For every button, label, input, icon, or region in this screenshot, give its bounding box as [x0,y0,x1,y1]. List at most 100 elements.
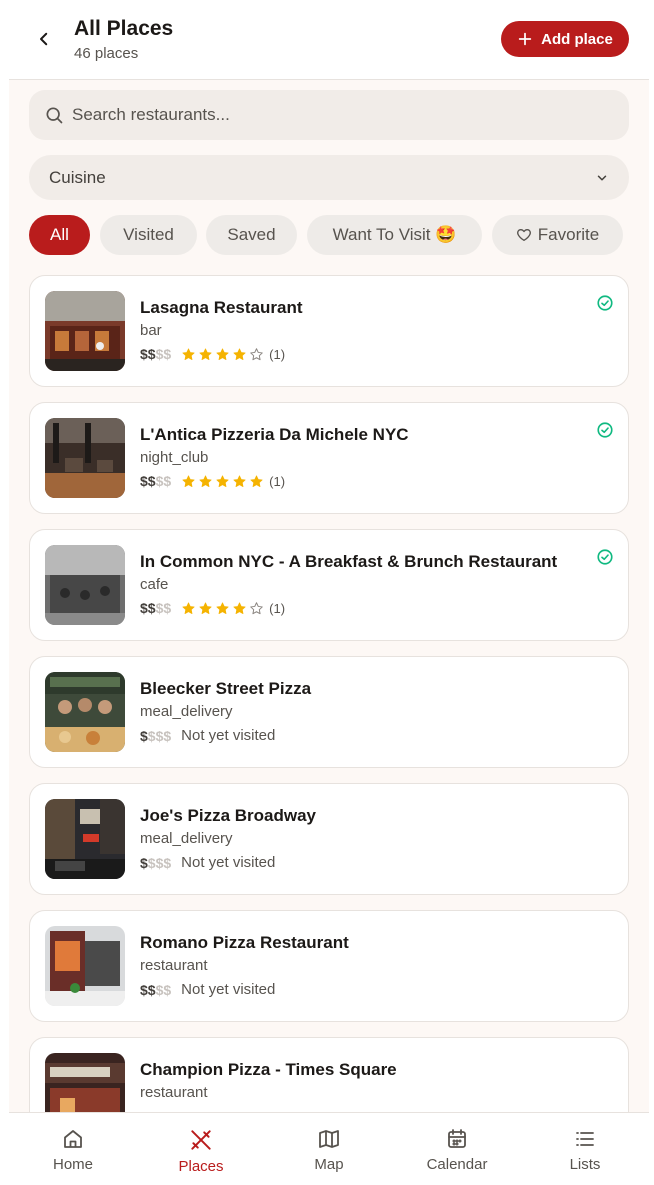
place-card[interactable]: Bleecker Street Pizza meal_delivery $ $$$… [29,656,629,768]
chip-favorite[interactable]: Favorite [492,215,623,255]
star-filled-icon [182,474,195,487]
star-filled-icon [182,347,195,360]
place-category: meal_delivery [140,703,233,720]
place-meta: $$ $$ (1) [140,600,285,616]
nav-places[interactable]: Places [137,1113,265,1185]
star-filled-icon [250,474,263,487]
star-filled-icon [233,474,246,487]
top-bar: All Places 46 places Add place [9,0,649,80]
visit-status: Not yet visited [181,854,276,871]
cuisine-select[interactable]: Cuisine [29,155,629,200]
nav-map[interactable]: Map [265,1113,393,1185]
place-name: In Common NYC - A Breakfast & Brunch Res… [140,552,558,571]
place-photo [45,799,125,879]
chip-want-to-visit[interactable]: Want To Visit 🤩 [307,215,482,255]
place-meta: $$$$ Not yet visited [140,727,275,744]
back-button[interactable] [29,24,59,54]
chip-favorite-label: Favorite [537,225,600,244]
place-photo [45,926,125,1006]
home-icon [64,1130,82,1148]
nav-map-label: Map [314,1156,344,1173]
star-filled-icon [216,347,229,360]
place-name: Lasagna Restaurant [140,298,303,317]
place-name: Joe's Pizza Broadway [140,806,317,825]
place-category: night_club [140,449,209,466]
place-category: bar [140,322,162,339]
place-card[interactable]: Lasagna Restaurant bar $$ $$ (1) [29,275,629,387]
price-level: $ [140,854,148,871]
nav-places-label: Places [178,1158,224,1175]
place-meta: $$ $$ (1) [140,473,285,489]
app-screen: All Places 46 places Add place Cuisine A… [9,0,649,1185]
chevron-down-icon [597,174,607,181]
nav-home-label: Home [52,1156,93,1173]
place-category: cafe [140,576,169,593]
star-empty-icon [250,347,263,360]
star-filled-icon [199,601,212,614]
place-name: L'Antica Pizzeria Da Michele NYC [140,425,409,444]
add-place-label: Add place [541,30,613,48]
chip-saved-label: Saved [227,225,276,244]
place-photo [45,672,125,752]
place-meta: $$ $$ (1) [140,346,285,362]
star-filled-icon [233,601,246,614]
rating-count: (1) [269,473,286,489]
price-remaining: $$ [155,473,172,489]
chevron-left-icon [40,32,48,46]
nav-calendar-label: Calendar [426,1156,488,1173]
search-icon [44,105,64,125]
place-meta: $$$$ Not yet visited [140,981,275,998]
price-level: $ [140,727,148,744]
price-level: $$ [140,600,156,616]
visited-check-icon [597,295,613,311]
utensils-icon [191,1130,211,1150]
place-card[interactable]: Joe's Pizza Broadway meal_delivery $ $$$ … [29,783,629,895]
price-remaining: $$$ [147,854,172,871]
heart-icon [516,229,531,241]
price-level: $$ [140,981,156,998]
place-card[interactable]: In Common NYC - A Breakfast & Brunch Res… [29,529,629,641]
nav-home[interactable]: Home [9,1113,137,1185]
place-card[interactable]: L'Antica Pizzeria Da Michele NYC night_c… [29,402,629,514]
visit-status: Not yet visited [181,727,276,744]
star-filled-icon [199,347,212,360]
star-empty-icon [250,601,263,614]
price-remaining: $$ [155,600,172,616]
price-remaining: $$ [155,346,172,362]
star-rating [181,474,264,489]
place-name: Romano Pizza Restaurant [140,933,349,952]
chip-visited[interactable]: Visited [100,215,197,255]
price-remaining: $$ [155,981,172,998]
calendar-icon [448,1129,466,1148]
place-category: restaurant [140,957,208,974]
place-count: 46 places [74,45,139,62]
rating-count: (1) [269,600,286,616]
filter-chips: All Visited Saved Want To Visit 🤩 Favori… [29,215,649,255]
star-filled-icon [216,601,229,614]
cuisine-label: Cuisine [49,167,106,187]
nav-lists[interactable]: Lists [521,1113,649,1185]
place-category: meal_delivery [140,830,233,847]
rating-count: (1) [269,346,286,362]
chip-all-label: All [50,225,69,244]
star-filled-icon [199,474,212,487]
list-icon [576,1132,594,1146]
star-rating [181,601,264,616]
star-filled-icon [182,601,195,614]
star-filled-icon [233,347,246,360]
chip-all[interactable]: All [29,215,90,255]
search-input[interactable] [72,105,592,125]
chip-saved[interactable]: Saved [206,215,297,255]
add-place-button[interactable]: Add place [501,21,629,57]
chip-want-to-visit-label: Want To Visit 🤩 [332,225,457,244]
place-photo [45,291,125,371]
price-level: $$ [140,473,156,489]
place-meta: $$$$ Not yet visited [140,854,275,871]
place-card[interactable]: Romano Pizza Restaurant restaurant $$ $$ … [29,910,629,1022]
search-bar [29,90,629,140]
nav-calendar[interactable]: Calendar [393,1113,521,1185]
place-category: restaurant [140,1084,208,1101]
page-title: All Places [74,17,174,40]
visit-status: Not yet visited [181,981,276,998]
star-rating [181,347,264,362]
